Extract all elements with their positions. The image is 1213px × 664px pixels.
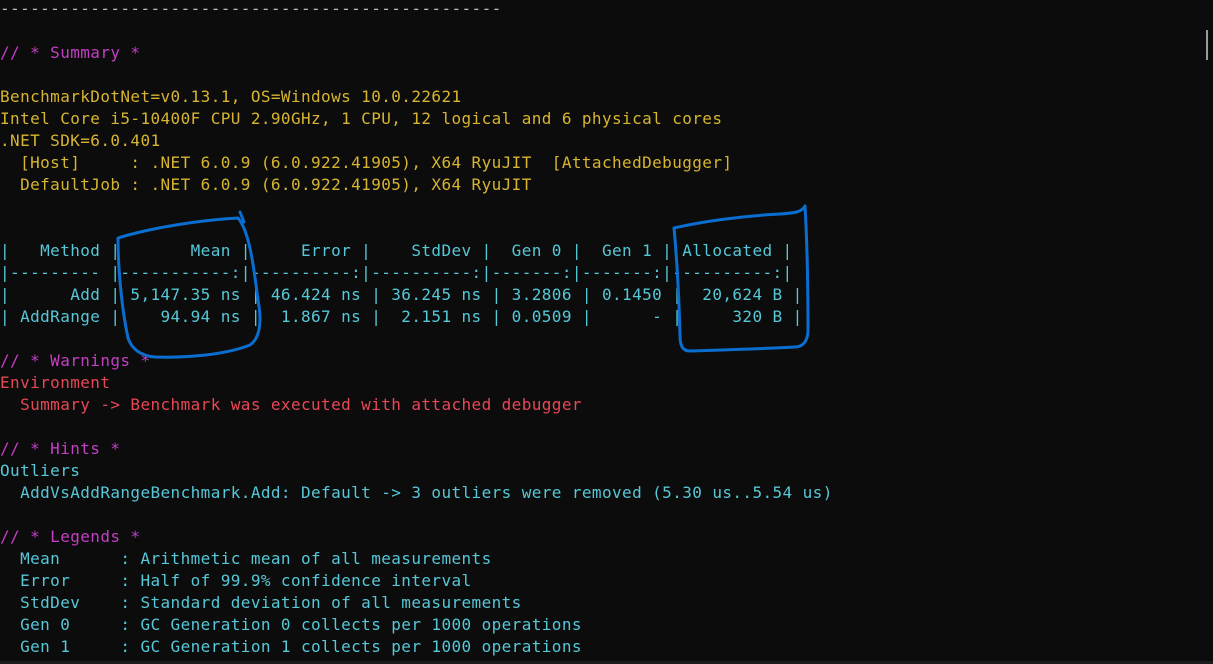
hints-header: // * Hints * bbox=[0, 439, 121, 458]
table-row: | Add | 5,147.35 ns | 46.424 ns | 36.245… bbox=[0, 285, 803, 304]
warnings-category: Environment bbox=[0, 373, 111, 392]
vertical-scrollbar[interactable] bbox=[1200, 0, 1213, 664]
summary-header: // * Summary * bbox=[0, 43, 141, 62]
scrollbar-thumb[interactable] bbox=[1206, 30, 1208, 60]
hints-category: Outliers bbox=[0, 461, 81, 480]
env-line-4: [Host] : .NET 6.0.9 (6.0.922.41905), X64… bbox=[0, 153, 733, 172]
legend-item: StdDev : Standard deviation of all measu… bbox=[0, 593, 522, 612]
hints-message: AddVsAddRangeBenchmark.Add: Default -> 3… bbox=[0, 483, 833, 502]
legend-item: Gen 0 : GC Generation 0 collects per 100… bbox=[0, 615, 582, 634]
legend-item: Mean : Arithmetic mean of all measuremen… bbox=[0, 549, 492, 568]
terminal-window[interactable]: ----------------------------------------… bbox=[0, 0, 1213, 664]
env-line-3: .NET SDK=6.0.401 bbox=[0, 131, 161, 150]
env-line-5: DefaultJob : .NET 6.0.9 (6.0.922.41905),… bbox=[0, 175, 532, 194]
table-row: | AddRange | 94.94 ns | 1.867 ns | 2.151… bbox=[0, 307, 803, 326]
env-line-1: BenchmarkDotNet=v0.13.1, OS=Windows 10.0… bbox=[0, 87, 462, 106]
env-line-2: Intel Core i5-10400F CPU 2.90GHz, 1 CPU,… bbox=[0, 109, 723, 128]
table-divider: |--------- |-----------:|----------:|---… bbox=[0, 263, 793, 282]
legend-item: Gen 1 : GC Generation 1 collects per 100… bbox=[0, 637, 582, 656]
warnings-message: Summary -> Benchmark was executed with a… bbox=[0, 395, 582, 414]
legend-item: Error : Half of 99.9% confidence interva… bbox=[0, 571, 472, 590]
table-header: | Method | Mean | Error | StdDev | Gen 0… bbox=[0, 241, 793, 260]
legends-header: // * Legends * bbox=[0, 527, 141, 546]
separator-line: ----------------------------------------… bbox=[0, 0, 502, 18]
warnings-header: // * Warnings * bbox=[0, 351, 151, 370]
